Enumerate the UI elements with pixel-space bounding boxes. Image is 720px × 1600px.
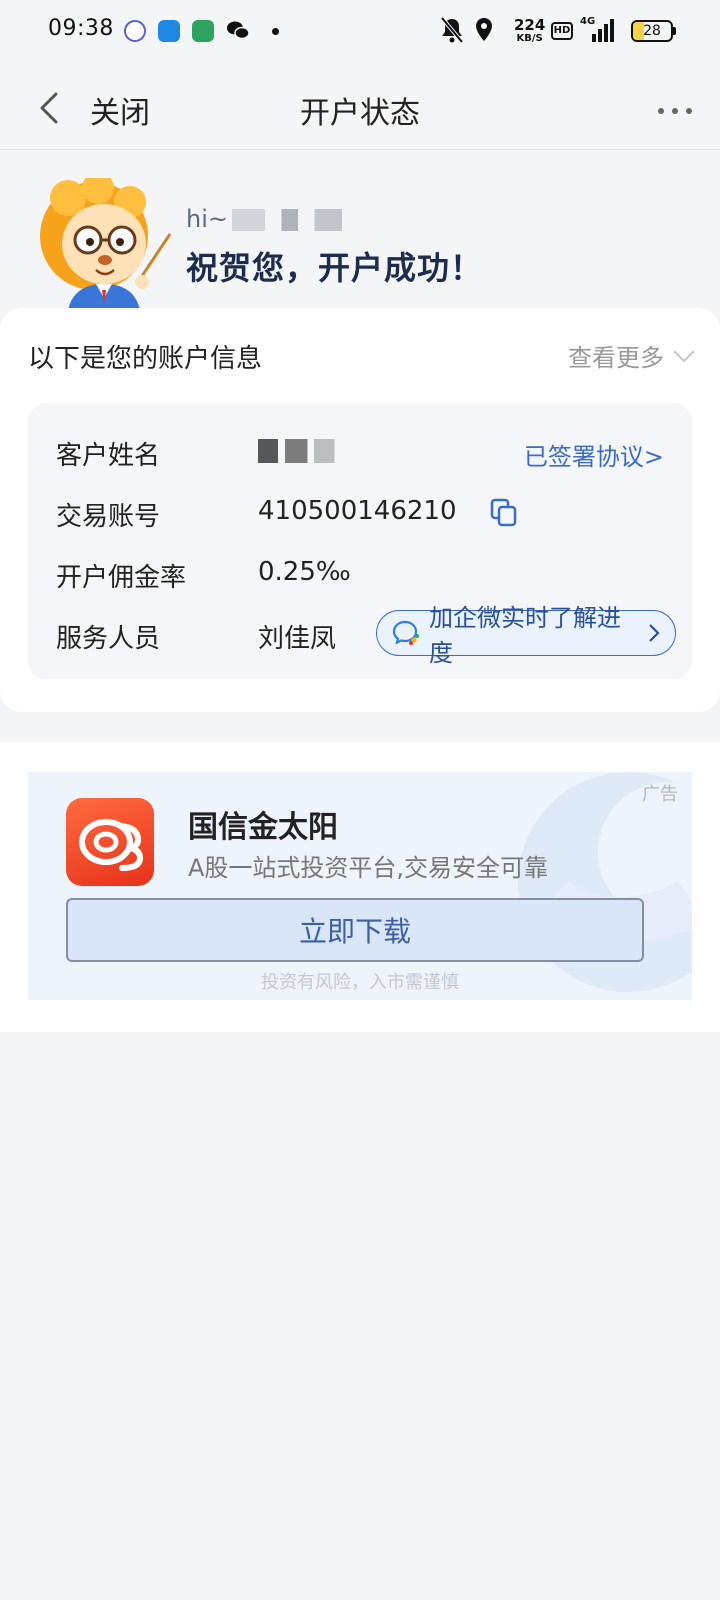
page-title: 开户状态 [300, 96, 420, 131]
account-details-box: 客户姓名 已签署协议> 交易账号 410500146210 开户佣金率 0.25… [28, 403, 692, 679]
success-hero: hi~ 祝贺您，开户成功！ [0, 150, 720, 310]
signed-agreements-link[interactable]: 已签署协议> [524, 437, 664, 472]
copy-icon[interactable] [490, 498, 518, 528]
service-staff-row: 服务人员 刘佳凤 加企微实时了解进度 [28, 604, 692, 667]
commission-rate-value: 0.25‰ [258, 557, 351, 587]
chevron-right-icon [649, 624, 660, 642]
account-info-header: 以下是您的账户信息 [28, 344, 263, 374]
battery-indicator: 28 [631, 20, 673, 42]
back-arrow-icon[interactable] [36, 90, 66, 126]
download-button[interactable]: 立即下载 [66, 898, 644, 962]
battery-level: 28 [643, 23, 661, 39]
network-speed: 224 KB/S [514, 18, 545, 45]
customer-name-label: 客户姓名 [56, 441, 161, 471]
customer-name-value [258, 435, 348, 465]
greeting-prefix: hi~ [186, 205, 228, 233]
battery-cap [673, 27, 676, 35]
network-speed-unit: KB/S [516, 33, 543, 44]
ad-title: 国信金太阳 [188, 810, 338, 845]
commission-rate-row: 开户佣金率 0.25‰ [28, 549, 692, 599]
lion-mascot-image [38, 172, 178, 310]
chevron-down-icon [673, 349, 695, 362]
more-options-icon[interactable] [655, 102, 695, 114]
risk-disclaimer: 投资有风险，入市需谨慎 [261, 972, 459, 993]
location-icon [474, 16, 494, 46]
ad-background-shape [518, 772, 692, 992]
see-more-label: 查看更多 [568, 344, 664, 372]
tieba-app-icon [124, 20, 146, 42]
ad-section: 广告 国信金太阳 A股一站式投资平台,交易安全可靠 立即下载 投资有风险，入市需… [0, 742, 720, 1032]
ad-description: A股一站式投资平台,交易安全可靠 [188, 854, 549, 882]
account-info-card: 以下是您的账户信息 查看更多 客户姓名 已签署协议> 交易账号 41050014… [0, 308, 720, 712]
trading-account-value: 410500146210 [258, 496, 457, 526]
guosen-app-logo-icon [66, 798, 154, 886]
notification-dot [272, 28, 279, 35]
ad-card[interactable]: 广告 国信金太阳 A股一站式投资平台,交易安全可靠 立即下载 投资有风险，入市需… [28, 772, 692, 1000]
status-time: 09:38 [48, 16, 114, 41]
close-button[interactable]: 关闭 [90, 88, 150, 132]
mute-icon [440, 16, 464, 46]
masked-user-name [232, 209, 342, 231]
app-notification-icon [158, 20, 180, 42]
ad-tag: 广告 [642, 784, 678, 805]
oppo-app-icon [192, 20, 214, 42]
add-wecom-button[interactable]: 加企微实时了解进度 [376, 604, 676, 667]
status-bar: 09:38 224 KB/S HD 4G 28 [0, 0, 720, 64]
service-staff-label: 服务人员 [56, 624, 161, 654]
see-more-button[interactable]: 查看更多 [568, 338, 696, 373]
trading-account-row: 交易账号 410500146210 [28, 488, 692, 538]
wecom-chat-icon [392, 620, 419, 645]
signal-icon: 4G [580, 16, 614, 46]
hd-badge: HD [551, 22, 573, 40]
greeting-text: hi~ [186, 205, 342, 233]
network-speed-value: 224 [514, 16, 546, 34]
trading-account-label: 交易账号 [56, 502, 161, 532]
add-wecom-label: 加企微实时了解进度 [429, 604, 621, 667]
commission-rate-label: 开户佣金率 [56, 563, 187, 593]
wechat-icon [226, 20, 250, 42]
congrats-heading: 祝贺您，开户成功！ [186, 249, 484, 287]
nav-bar: 关闭 开户状态 [0, 64, 720, 150]
service-staff-value: 刘佳凤 [258, 624, 337, 654]
customer-name-row: 客户姓名 已签署协议> [28, 427, 692, 477]
